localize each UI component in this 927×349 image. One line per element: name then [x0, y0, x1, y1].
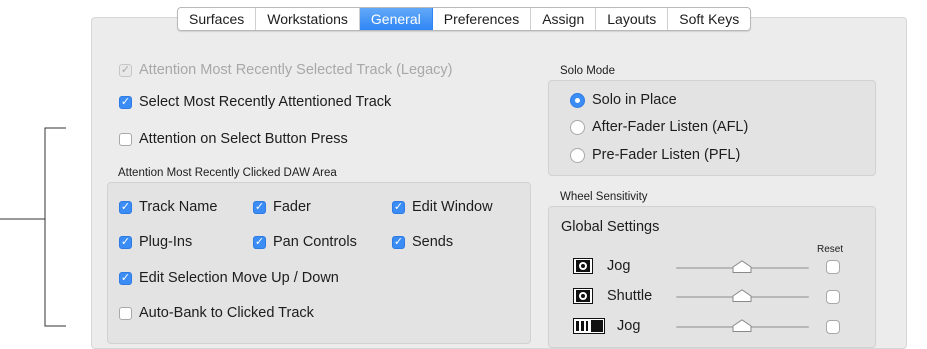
tab-layouts[interactable]: Layouts: [596, 8, 669, 30]
plugins-checkbox[interactable]: ✓ Plug-Ins: [119, 234, 192, 250]
pfl-radio[interactable]: Pre-Fader Listen (PFL): [570, 147, 740, 163]
fader-jog-icon: [573, 318, 605, 334]
pan-controls-label: Pan Controls: [273, 234, 357, 250]
edit-selection-label: Edit Selection Move Up / Down: [139, 270, 339, 286]
afl-radio[interactable]: After-Fader Listen (AFL): [570, 119, 748, 135]
sends-checkbox[interactable]: ✓ Sends: [392, 234, 453, 250]
pfl-label: Pre-Fader Listen (PFL): [592, 147, 741, 163]
select-recent-checkbox[interactable]: ✓ Select Most Recently Attentioned Track: [119, 94, 391, 110]
shuttle-row: Shuttle: [573, 288, 652, 304]
auto-bank-checkbox[interactable]: Auto-Bank to Clicked Track: [119, 305, 314, 321]
wheel-sensitivity-title: Wheel Sensitivity: [560, 191, 648, 203]
solo-in-place-radio-dot[interactable]: [570, 92, 585, 108]
select-button-checkbox[interactable]: Attention on Select Button Press: [119, 131, 348, 147]
shuttle-reset-checkbox[interactable]: [826, 290, 840, 304]
select-button-check[interactable]: [119, 132, 132, 146]
tab-soft-keys[interactable]: Soft Keys: [668, 8, 750, 30]
global-settings-title: Global Settings: [561, 219, 660, 235]
edit-selection-checkbox[interactable]: ✓ Edit Selection Move Up / Down: [119, 270, 339, 286]
track-name-check[interactable]: ✓: [119, 200, 132, 214]
pfl-radio-dot[interactable]: [570, 147, 585, 163]
legacy-attention-label: Attention Most Recently Selected Track (…: [139, 62, 453, 78]
shuttle-slider-knob[interactable]: [732, 289, 752, 302]
solo-in-place-radio[interactable]: Solo in Place: [570, 92, 677, 108]
solo-in-place-label: Solo in Place: [592, 92, 677, 108]
fader-check[interactable]: ✓: [253, 200, 266, 214]
fader-jog-slider-knob[interactable]: [732, 319, 752, 332]
edit-selection-check[interactable]: ✓: [119, 271, 132, 285]
reset-label: Reset: [817, 244, 844, 255]
jog-wheel-icon: [573, 258, 593, 274]
track-name-checkbox[interactable]: ✓ Track Name: [119, 199, 217, 215]
edit-window-label: Edit Window: [412, 199, 493, 215]
fader-jog-label: Jog: [617, 318, 641, 334]
tab-preferences[interactable]: Preferences: [433, 8, 532, 30]
auto-bank-label: Auto-Bank to Clicked Track: [139, 305, 314, 321]
legacy-attention-checkbox: ✓ Attention Most Recently Selected Track…: [119, 62, 453, 78]
jog-reset-checkbox[interactable]: [826, 260, 840, 274]
jog-row: Jog: [573, 258, 630, 274]
pan-controls-check[interactable]: ✓: [253, 235, 266, 249]
sends-check[interactable]: ✓: [392, 235, 405, 249]
sends-label: Sends: [412, 234, 454, 250]
shuttle-label: Shuttle: [607, 288, 653, 304]
tab-general[interactable]: General: [359, 8, 433, 30]
plugins-label: Plug-Ins: [139, 234, 193, 250]
fader-checkbox[interactable]: ✓ Fader: [253, 199, 311, 215]
fader-label: Fader: [273, 199, 311, 215]
legacy-attention-check: ✓: [119, 63, 132, 77]
edit-window-check[interactable]: ✓: [392, 200, 405, 214]
pan-controls-checkbox[interactable]: ✓ Pan Controls: [253, 234, 357, 250]
plugins-check[interactable]: ✓: [119, 235, 132, 249]
tab-bar: Surfaces Workstations General Preference…: [177, 7, 752, 31]
tab-assign[interactable]: Assign: [531, 8, 597, 30]
solo-mode-title: Solo Mode: [560, 65, 615, 77]
afl-radio-dot[interactable]: [570, 119, 585, 135]
auto-bank-check[interactable]: [119, 306, 132, 320]
afl-label: After-Fader Listen (AFL): [592, 119, 749, 135]
shuttle-wheel-icon: [573, 288, 593, 304]
select-button-label: Attention on Select Button Press: [139, 131, 348, 147]
select-recent-label: Select Most Recently Attentioned Track: [139, 94, 392, 110]
jog-label: Jog: [607, 258, 631, 274]
jog-slider-knob[interactable]: [732, 260, 752, 273]
bracket-line: [0, 127, 66, 327]
edit-window-checkbox[interactable]: ✓ Edit Window: [392, 199, 493, 215]
tab-workstations[interactable]: Workstations: [256, 8, 360, 30]
fader-jog-row: Jog: [573, 318, 640, 334]
daw-area-title: Attention Most Recently Clicked DAW Area: [118, 167, 337, 179]
track-name-label: Track Name: [139, 199, 218, 215]
tab-surfaces[interactable]: Surfaces: [178, 8, 257, 30]
select-recent-check[interactable]: ✓: [119, 95, 132, 109]
fader-jog-reset-checkbox[interactable]: [826, 320, 840, 334]
